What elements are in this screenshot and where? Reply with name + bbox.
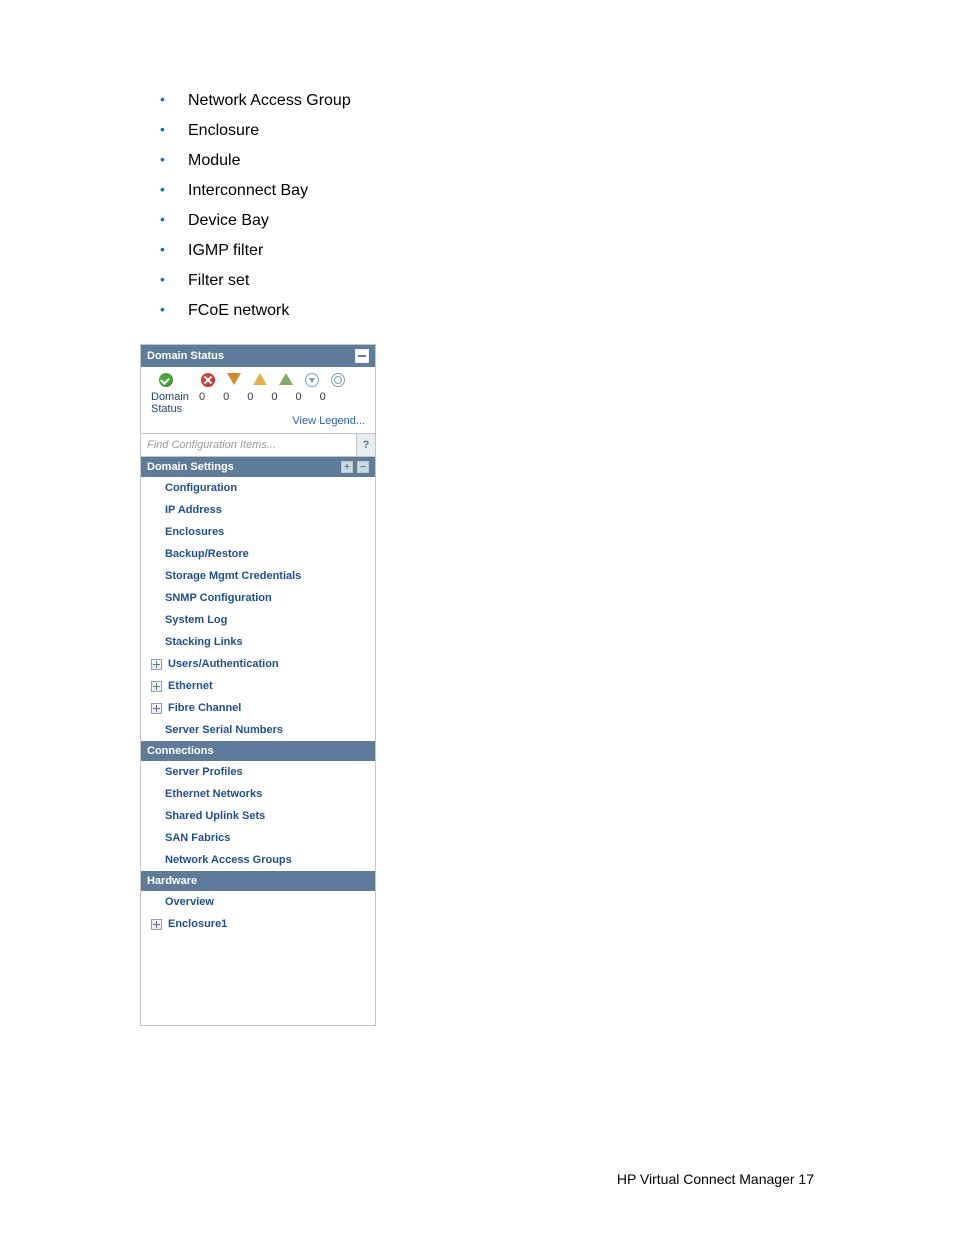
unknown-icon <box>331 373 345 387</box>
nav-expandable-ethernet[interactable]: Ethernet <box>141 675 375 697</box>
hardware-header: Hardware <box>141 871 375 891</box>
nav-link-configuration[interactable]: Configuration <box>141 477 375 499</box>
nav-link-overview[interactable]: Overview <box>141 891 375 913</box>
footer-page-number: 17 <box>798 1171 814 1187</box>
connections-tree: Server Profiles Ethernet Networks Shared… <box>141 761 375 871</box>
count-value: 0 <box>223 391 229 403</box>
count-value: 0 <box>199 391 205 403</box>
nav-link-ethernet-networks[interactable]: Ethernet Networks <box>141 783 375 805</box>
list-item: Network Access Group <box>140 92 814 110</box>
nav-link-system-log[interactable]: System Log <box>141 609 375 631</box>
hardware-tree: Overview Enclosure1 <box>141 891 375 1025</box>
list-item: Module <box>140 152 814 170</box>
status-icon-row <box>145 373 371 389</box>
nav-panel-screenshot: Domain Status Domain Status 0 0 0 <box>140 344 376 1026</box>
count-value: 0 <box>320 391 326 403</box>
collapse-button[interactable] <box>355 349 369 363</box>
nav-label: Users/Authentication <box>168 658 279 670</box>
warning-icon <box>253 373 267 385</box>
view-legend-link[interactable]: View Legend... <box>145 415 371 429</box>
list-item: Device Bay <box>140 212 814 230</box>
page-footer: HP Virtual Connect Manager 17 <box>617 1171 814 1187</box>
document-page: Network Access Group Enclosure Module In… <box>0 0 954 1235</box>
feature-list: Network Access Group Enclosure Module In… <box>140 92 814 320</box>
nav-link-shared-uplink-sets[interactable]: Shared Uplink Sets <box>141 805 375 827</box>
nav-expandable-fibre-channel[interactable]: Fibre Channel <box>141 697 375 719</box>
connections-title: Connections <box>147 745 214 757</box>
help-button[interactable]: ? <box>356 434 375 456</box>
domain-status-body: Domain Status 0 0 0 0 0 0 View Legend... <box>141 367 375 433</box>
plus-icon[interactable] <box>151 659 162 670</box>
domain-status-title: Domain Status <box>147 350 224 362</box>
nav-label: Enclosure1 <box>168 918 227 930</box>
icon-gap <box>185 373 189 387</box>
nav-link-san-fabrics[interactable]: SAN Fabrics <box>141 827 375 849</box>
nav-expandable-users-auth[interactable]: Users/Authentication <box>141 653 375 675</box>
ok-icon <box>159 373 173 387</box>
domain-settings-title: Domain Settings <box>147 461 234 473</box>
nav-label: Fibre Channel <box>168 702 241 714</box>
nav-link-ip-address[interactable]: IP Address <box>141 499 375 521</box>
search-row: Find Configuration Items... ? <box>141 433 375 457</box>
domain-settings-tree: Configuration IP Address Enclosures Back… <box>141 477 375 741</box>
hardware-title: Hardware <box>147 875 197 887</box>
connections-header: Connections <box>141 741 375 761</box>
count-value: 0 <box>296 391 302 403</box>
list-item: Enclosure <box>140 122 814 140</box>
status-counts-row: Domain Status 0 0 0 0 0 0 <box>145 389 371 415</box>
nav-link-server-profiles[interactable]: Server Profiles <box>141 761 375 783</box>
list-item: FCoE network <box>140 302 814 320</box>
nav-link-enclosures[interactable]: Enclosures <box>141 521 375 543</box>
footer-product: HP Virtual Connect Manager <box>617 1171 795 1187</box>
collapse-all-icon[interactable]: − <box>357 461 369 473</box>
error-icon <box>201 373 215 387</box>
list-item: Filter set <box>140 272 814 290</box>
count-value: 0 <box>247 391 253 403</box>
nav-expandable-enclosure1[interactable]: Enclosure1 <box>141 913 375 935</box>
nav-link-backup-restore[interactable]: Backup/Restore <box>141 543 375 565</box>
list-item: IGMP filter <box>140 242 814 260</box>
list-item: Interconnect Bay <box>140 182 814 200</box>
domain-status-header: Domain Status <box>141 345 375 367</box>
plus-icon[interactable] <box>151 681 162 692</box>
nav-link-network-access-groups[interactable]: Network Access Groups <box>141 849 375 871</box>
minor-warning-icon <box>279 373 293 385</box>
domain-status-label: Domain Status <box>151 391 193 415</box>
plus-icon[interactable] <box>151 919 162 930</box>
nav-label: Ethernet <box>168 680 213 692</box>
domain-settings-header: Domain Settings + − <box>141 457 375 477</box>
nav-link-stacking-links[interactable]: Stacking Links <box>141 631 375 653</box>
info-icon <box>305 373 319 387</box>
nav-link-storage-mgmt-credentials[interactable]: Storage Mgmt Credentials <box>141 565 375 587</box>
critical-down-icon <box>227 373 241 385</box>
nav-link-snmp-configuration[interactable]: SNMP Configuration <box>141 587 375 609</box>
count-value: 0 <box>271 391 277 403</box>
plus-icon[interactable] <box>151 703 162 714</box>
nav-link-server-serial-numbers[interactable]: Server Serial Numbers <box>141 719 375 741</box>
expand-all-icon[interactable]: + <box>341 461 353 473</box>
search-input[interactable]: Find Configuration Items... <box>141 434 356 456</box>
